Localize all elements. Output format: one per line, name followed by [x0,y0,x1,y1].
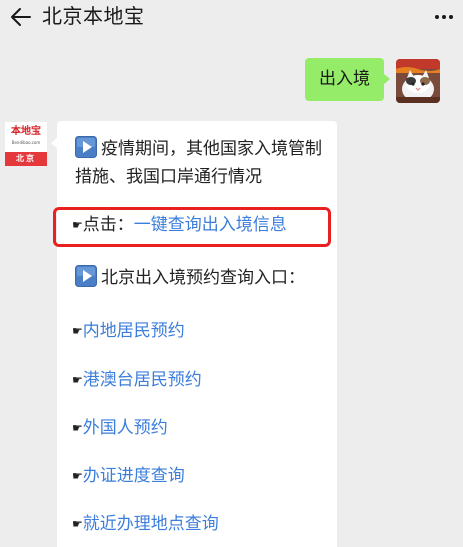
cat-photo-icon [396,59,440,103]
list-item: ☛办证进度查询 [72,465,185,487]
list-item: ☛港澳台居民预约 [72,369,202,391]
play-button-icon [75,136,97,158]
list-item: ☛就近办理地点查询 [72,513,219,535]
progress-query-link[interactable]: 办证进度查询 [83,466,185,486]
account-logo-url: Bendibao.com [11,140,41,145]
query-exit-entry-link[interactable]: 一键查询出入境信息 [134,215,287,235]
pointing-hand-icon: ☛ [72,373,83,387]
pointing-hand-icon: ☛ [72,421,83,435]
list-item: ☛外国人预约 [72,417,168,439]
pointing-hand-icon: ☛ [72,469,83,483]
account-logo-text: 本地宝 [11,126,41,137]
click-query-line: ☛点击：一键查询出入境信息 [72,214,287,236]
section-title: 北京出入境预约查询入口： [75,265,305,291]
nearby-office-link[interactable]: 就近办理地点查询 [83,514,219,534]
pointing-hand-icon: ☛ [72,517,83,531]
pointing-hand-icon: ☛ [72,218,83,232]
foreigner-link[interactable]: 外国人预约 [83,418,168,438]
my-message-bubble[interactable]: 出入境 [305,58,390,101]
list-item: ☛内地居民预约 [72,320,185,342]
my-avatar[interactable] [396,59,440,103]
pointing-hand-icon: ☛ [72,324,83,338]
arrow-left-icon[interactable] [9,7,31,27]
account-avatar[interactable]: 本地宝 Bendibao.com 北京 [5,122,47,166]
play-button-icon [75,265,97,287]
account-logo-city: 北京 [5,152,47,166]
intro-label: 疫情期间，其他国家入境管制措施、我国口岸通行情况 [75,139,322,187]
more-dots-icon[interactable] [434,14,454,20]
top-navigation-bar: 北京本地宝 [0,0,463,36]
chat-title: 北京本地宝 [42,4,145,28]
mainland-resident-link[interactable]: 内地居民预约 [83,321,185,341]
intro-text: 疫情期间，其他国家入境管制措施、我国口岸通行情况 [75,135,333,191]
click-prefix: 点击： [82,215,134,235]
hk-macao-taiwan-resident-link[interactable]: 港澳台居民预约 [83,370,202,390]
section-title-label: 北京出入境预约查询入口： [101,268,305,288]
